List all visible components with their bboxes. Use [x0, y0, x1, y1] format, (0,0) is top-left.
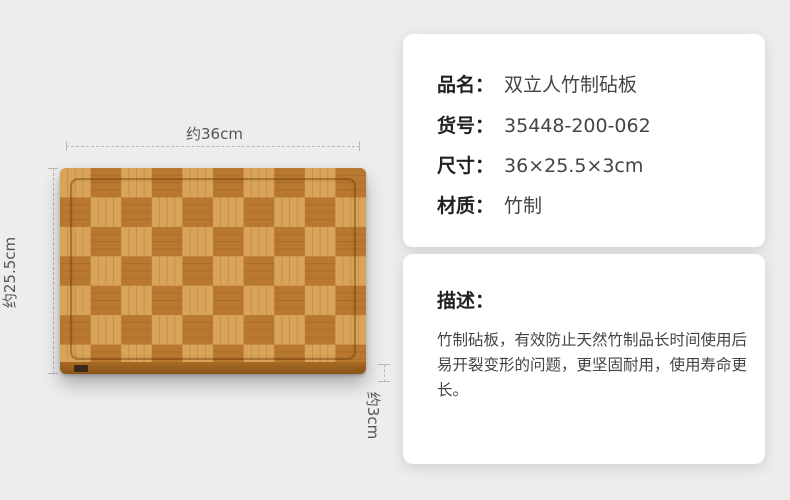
width-label: 约25.5cm	[0, 230, 21, 315]
spec-key: 材质：	[437, 195, 495, 217]
spec-value: 36×25.5×3cm	[504, 155, 644, 177]
cutting-board-image	[60, 168, 366, 374]
length-label: 约36cm	[180, 123, 249, 144]
description-text: 竹制砧板，有效防止天然竹制品长时间使用后易开裂变形的问题，更坚固耐用，使用寿命更…	[437, 331, 748, 399]
brand-logo-icon	[74, 365, 88, 372]
board-edge	[60, 362, 366, 374]
description-card: 描述： 竹制砧板，有效防止天然竹制品长时间使用后易开裂变形的问题，更坚固耐用，使…	[403, 254, 765, 464]
spec-value: 双立人竹制砧板	[504, 74, 638, 96]
spec-key: 货号：	[437, 115, 495, 137]
juice-groove	[70, 178, 356, 360]
width-dimension-line	[48, 168, 58, 374]
spec-row-material: 材质： 竹制	[437, 191, 542, 218]
product-image-area: 约36cm 约25.5cm 约3cm	[0, 0, 400, 500]
spec-row-sku: 货号： 35448-200-062	[437, 111, 651, 138]
spec-value: 35448-200-062	[504, 115, 651, 137]
spec-row-size: 尺寸： 36×25.5×3cm	[437, 151, 643, 178]
spec-key: 尺寸：	[437, 155, 495, 177]
spec-value: 竹制	[504, 195, 543, 217]
spec-key: 品名：	[437, 74, 495, 96]
specs-card: 品名： 双立人竹制砧板 货号： 35448-200-062 尺寸： 36×25.5×3…	[403, 34, 765, 247]
spec-row-name: 品名： 双立人竹制砧板	[437, 70, 637, 97]
description-title: 描述：	[437, 290, 495, 312]
thickness-label: 约3cm	[364, 391, 383, 440]
thickness-dimension-line	[378, 364, 390, 382]
